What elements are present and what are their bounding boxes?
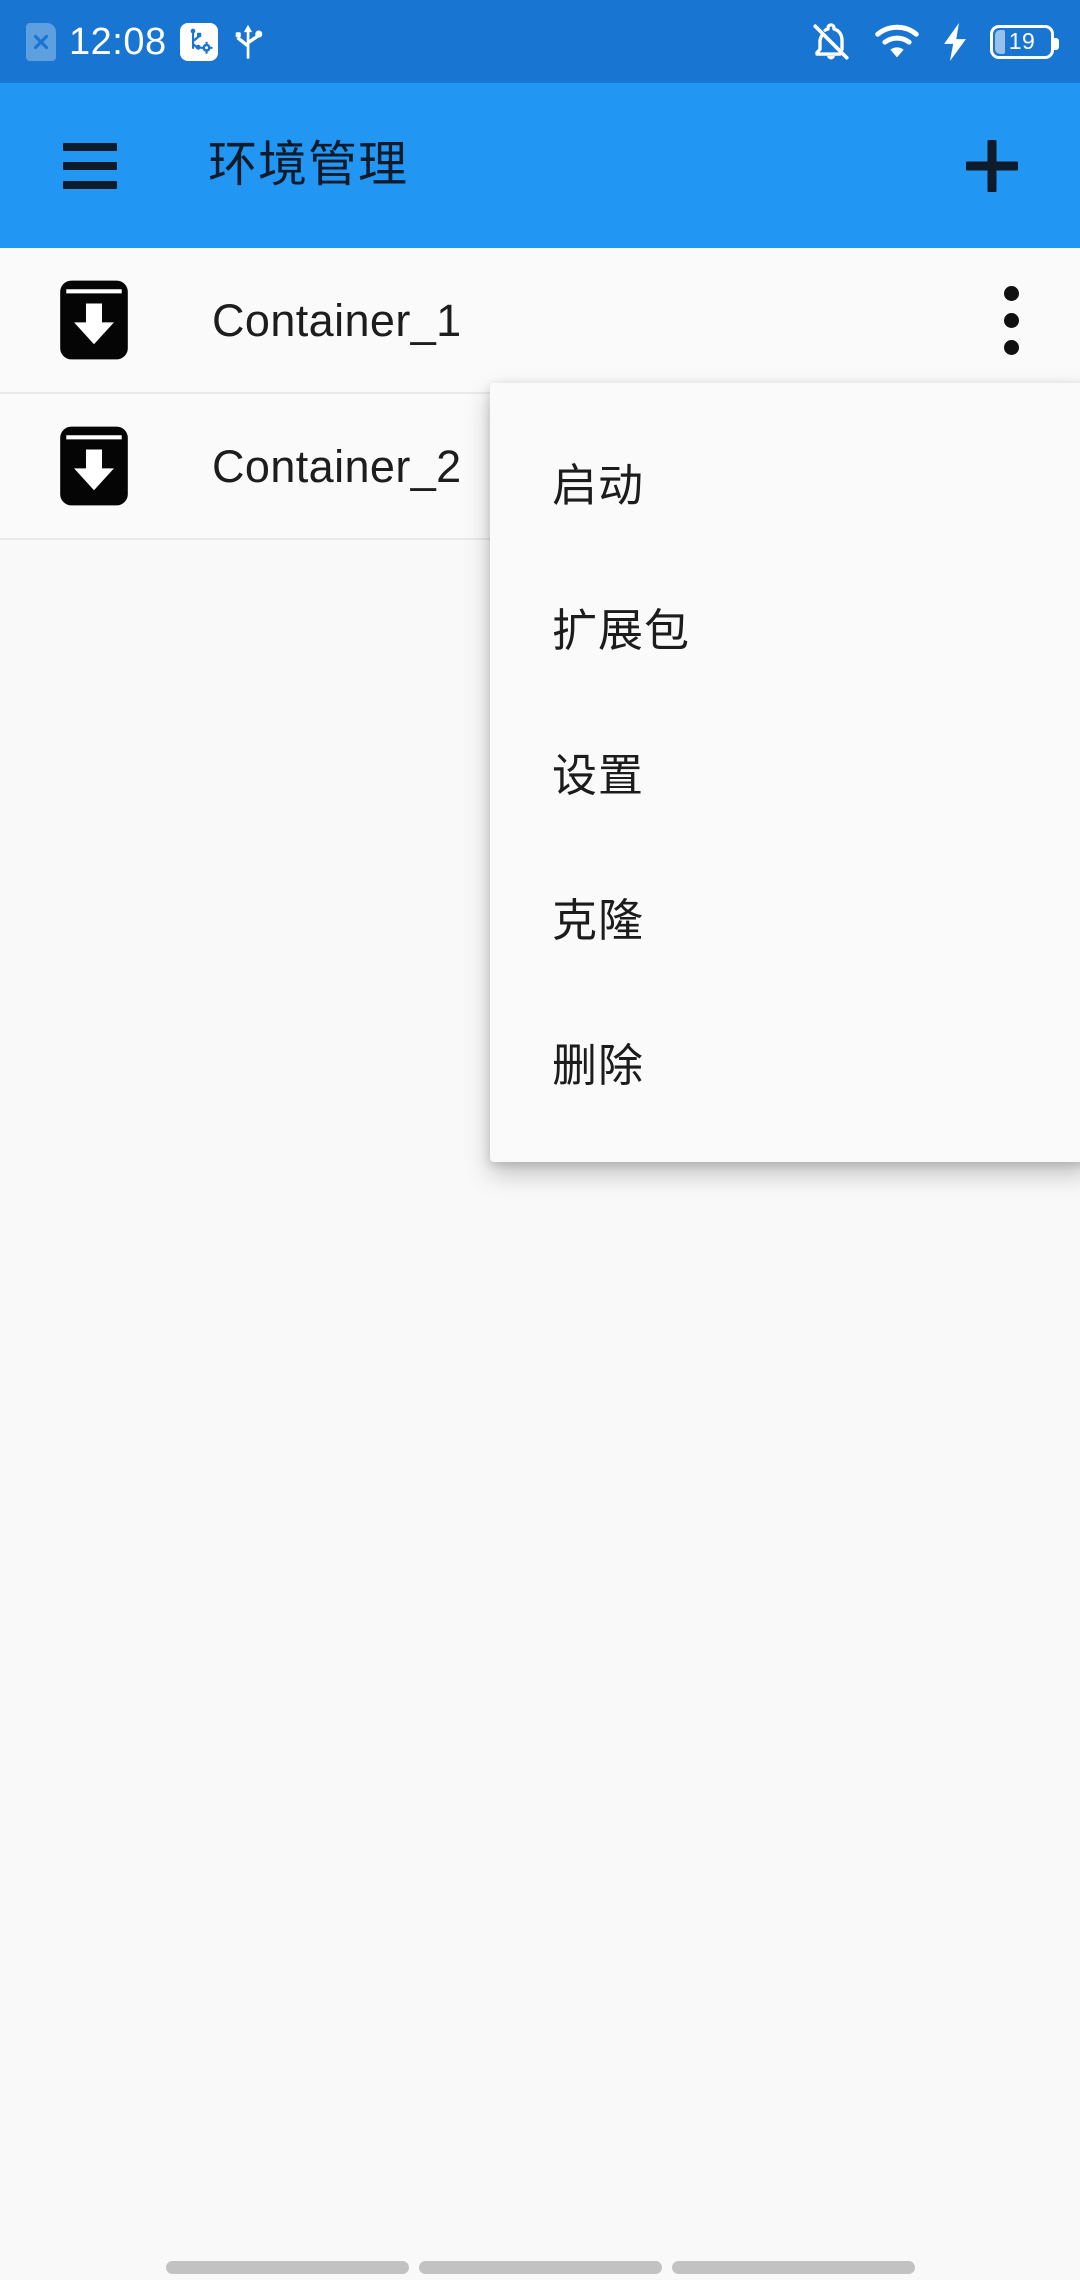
charging-bolt-icon bbox=[942, 22, 968, 62]
app-bar: 环境管理 bbox=[0, 83, 1080, 248]
hamburger-menu-icon[interactable] bbox=[52, 128, 128, 204]
status-bar-left: 12:08 bbox=[26, 20, 265, 63]
bell-muted-icon bbox=[810, 21, 852, 63]
download-box-icon bbox=[42, 268, 146, 372]
phone-screen: 12:08 19 环境管理 Container_1 Container_2 启动… bbox=[0, 0, 1080, 2280]
dot bbox=[1003, 285, 1019, 301]
download-box-icon bbox=[42, 414, 146, 518]
page-title: 环境管理 bbox=[208, 138, 409, 192]
sim-card-x-icon bbox=[26, 22, 56, 61]
container-name: Container_2 bbox=[212, 440, 462, 492]
hamburger-line bbox=[63, 142, 117, 151]
status-bar: 12:08 19 bbox=[0, 0, 1080, 83]
status-bar-right: 19 bbox=[810, 21, 1059, 63]
more-vertical-icon[interactable] bbox=[972, 270, 1050, 370]
menu-item-delete[interactable]: 删除 bbox=[490, 989, 1080, 1134]
menu-item-start[interactable]: 启动 bbox=[490, 409, 1080, 554]
hamburger-line bbox=[63, 180, 117, 189]
battery-fill bbox=[995, 29, 1005, 54]
battery-level: 19 bbox=[1008, 28, 1036, 54]
plus-icon[interactable] bbox=[952, 126, 1032, 206]
menu-item-settings[interactable]: 设置 bbox=[490, 699, 1080, 844]
nav-pill-back[interactable] bbox=[165, 2261, 409, 2274]
battery-icon: 19 bbox=[990, 24, 1059, 59]
usb-icon bbox=[231, 23, 265, 61]
hamburger-line bbox=[63, 161, 117, 170]
status-bar-clock: 12:08 bbox=[69, 20, 167, 63]
context-menu: 启动 扩展包 设置 克隆 删除 bbox=[490, 383, 1080, 1162]
dot bbox=[1003, 312, 1019, 328]
nav-pill-recents[interactable] bbox=[671, 2261, 915, 2274]
menu-item-clone[interactable]: 克隆 bbox=[490, 844, 1080, 989]
nav-pill-home[interactable] bbox=[418, 2261, 662, 2274]
dot bbox=[1003, 339, 1019, 355]
table-row[interactable]: Container_1 bbox=[0, 248, 1080, 394]
container-name: Container_1 bbox=[212, 294, 462, 346]
navigation-bar bbox=[0, 2184, 1080, 2280]
menu-item-expansion-pack[interactable]: 扩展包 bbox=[490, 554, 1080, 699]
wifi-icon bbox=[874, 24, 920, 60]
usb-debug-icon bbox=[179, 22, 218, 61]
